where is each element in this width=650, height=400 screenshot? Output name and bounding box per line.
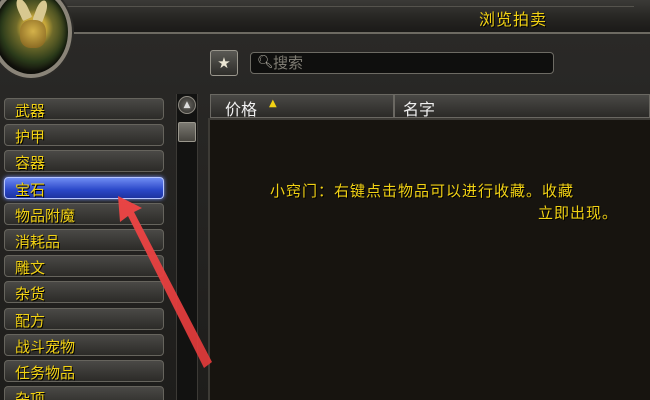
auction-window: 浏览拍卖 ★ 🔍︎ 武器 护甲 容器 宝石 物品附魔 消耗品 雕文 杂货 配方 … xyxy=(0,0,650,400)
title-bar: 浏览拍卖 xyxy=(58,0,650,34)
category-quest-items[interactable]: 任务物品 xyxy=(4,359,164,382)
category-containers[interactable]: 容器 xyxy=(4,150,164,173)
category-label: 杂项 xyxy=(15,390,46,400)
category-label: 杂货 xyxy=(15,285,46,304)
category-label: 战斗宠物 xyxy=(15,337,76,356)
results-area xyxy=(208,118,650,400)
category-miscellaneous[interactable]: 杂项 xyxy=(4,386,164,400)
tip-text: 小窍门：右键点击物品可以进行收藏。收藏 xyxy=(270,182,575,200)
search-box[interactable]: 🔍︎ xyxy=(250,52,554,74)
column-header-price[interactable]: 价格 ▲ xyxy=(210,94,394,119)
star-icon: ★ xyxy=(217,54,231,72)
category-battle-pets[interactable]: 战斗宠物 xyxy=(4,333,164,356)
favorites-button[interactable]: ★ xyxy=(210,50,238,76)
portrait-face xyxy=(20,20,46,48)
window-title: 浏览拍卖 xyxy=(478,10,547,29)
category-label: 护甲 xyxy=(15,128,46,147)
scroll-up-icon[interactable]: ▲ xyxy=(178,96,196,114)
category-label: 消耗品 xyxy=(15,232,61,251)
category-trade-goods[interactable]: 杂货 xyxy=(4,281,164,304)
category-label: 任务物品 xyxy=(15,363,76,382)
scroll-thumb[interactable] xyxy=(178,122,196,142)
category-label: 武器 xyxy=(15,102,46,120)
column-price-label: 价格 xyxy=(225,100,258,119)
category-gems[interactable]: 宝石 xyxy=(4,176,164,199)
portrait-horn-left xyxy=(13,0,33,22)
category-recipes[interactable]: 配方 xyxy=(4,307,164,330)
category-glyphs[interactable]: 雕文 xyxy=(4,255,164,278)
category-label: 配方 xyxy=(15,311,46,330)
column-name-label: 名字 xyxy=(403,100,436,119)
search-input[interactable] xyxy=(273,53,543,73)
category-item-enhancement[interactable]: 物品附魔 xyxy=(4,202,164,225)
category-list: 武器 护甲 容器 宝石 物品附魔 消耗品 雕文 杂货 配方 战斗宠物 任务物品 … xyxy=(0,98,170,400)
category-consumables[interactable]: 消耗品 xyxy=(4,228,164,251)
tip-text-continued: 立即出现。 xyxy=(538,204,619,222)
sort-arrow-icon: ▲ xyxy=(269,98,277,109)
category-label: 容器 xyxy=(15,154,46,173)
category-label: 宝石 xyxy=(15,180,46,199)
column-header-name[interactable]: 名字 xyxy=(394,94,650,119)
category-armor[interactable]: 护甲 xyxy=(4,124,164,147)
search-icon: 🔍︎ xyxy=(257,55,274,70)
category-label: 物品附魔 xyxy=(15,206,76,225)
category-weapons[interactable]: 武器 xyxy=(4,98,164,120)
category-label: 雕文 xyxy=(15,259,46,278)
